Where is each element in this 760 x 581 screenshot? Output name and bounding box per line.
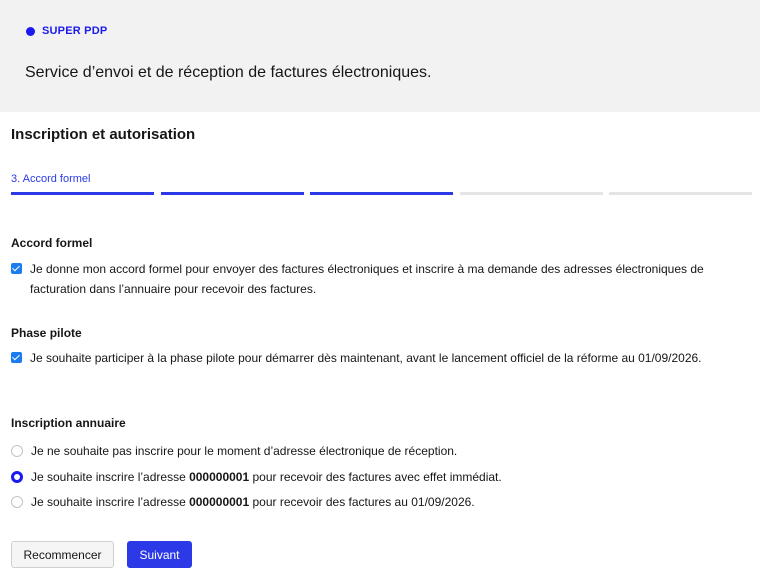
page-title: Inscription et autorisation: [11, 126, 196, 143]
pilot-section-title: Phase pilote: [11, 326, 82, 340]
accord-section-title: Accord formel: [11, 236, 93, 250]
app-header: SUPER PDP Service d’envoi et de réceptio…: [0, 0, 760, 112]
brand-name: SUPER PDP: [42, 25, 108, 37]
pilot-checkbox-row[interactable]: Je souhaite participer à la phase pilote…: [11, 348, 756, 368]
radio-label: Je souhaite inscrire l’adresse 000000001…: [31, 470, 502, 484]
step-bar: [160, 192, 304, 195]
accord-checkbox-label: Je donne mon accord formel pour envoyer …: [30, 262, 704, 296]
radio-button-selected[interactable]: [11, 471, 23, 483]
restart-button[interactable]: Recommencer: [11, 541, 114, 568]
annuaire-option-immediate[interactable]: Je souhaite inscrire l’adresse 000000001…: [11, 470, 502, 484]
accord-checkbox[interactable]: [11, 263, 22, 274]
brand-dot-icon: [26, 26, 35, 36]
radio-button[interactable]: [11, 445, 23, 457]
pilot-checkbox[interactable]: [11, 352, 22, 363]
annuaire-option-none[interactable]: Je ne souhaite pas inscrire pour le mome…: [11, 444, 457, 458]
annuaire-section-title: Inscription annuaire: [11, 416, 126, 430]
radio-label: Je souhaite inscrire l’adresse 000000001…: [31, 495, 475, 509]
step-bar: [459, 192, 603, 195]
step-bar: [609, 192, 752, 195]
annuaire-option-dated[interactable]: Je souhaite inscrire l’adresse 000000001…: [11, 495, 475, 509]
step-bar: [11, 192, 154, 195]
step-progress: [11, 192, 752, 195]
next-button[interactable]: Suivant: [127, 541, 192, 568]
radio-label: Je ne souhaite pas inscrire pour le mome…: [31, 444, 458, 458]
header-tagline: Service d’envoi et de réception de factu…: [25, 64, 432, 81]
radio-button[interactable]: [11, 496, 23, 508]
current-step-label: 3. Accord formel: [11, 173, 91, 185]
step-bar: [310, 192, 453, 195]
brand: SUPER PDP: [26, 25, 107, 37]
pilot-checkbox-label: Je souhaite participer à la phase pilote…: [30, 351, 702, 365]
accord-checkbox-row[interactable]: Je donne mon accord formel pour envoyer …: [11, 259, 756, 299]
